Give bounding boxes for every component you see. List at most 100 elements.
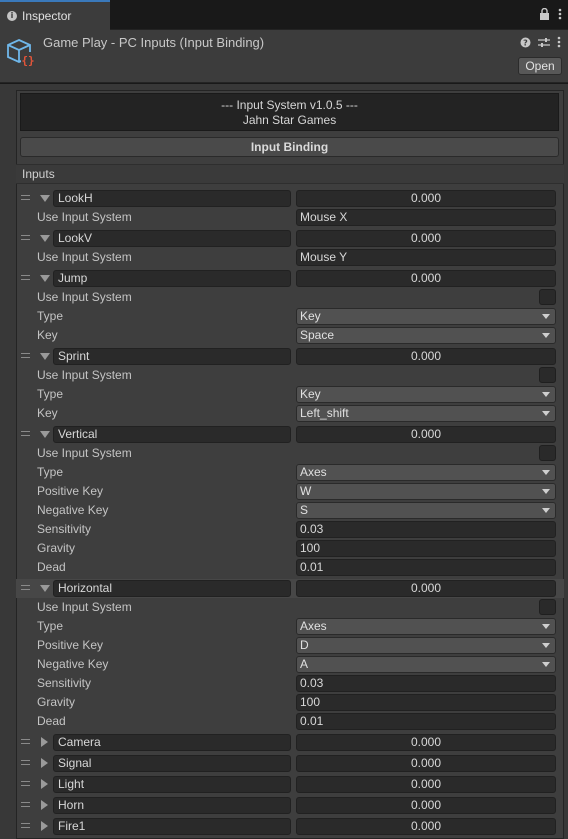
property-row: Use Input System [16,444,564,463]
input-value-field[interactable]: 0.000 [296,230,556,247]
use-input-system-field[interactable]: Mouse X [296,209,556,226]
negative-key-value: S [300,503,309,517]
drag-handle-icon[interactable] [21,802,30,807]
drag-handle-icon[interactable] [21,431,30,436]
type-value: Axes [300,465,327,479]
positive-key-dropdown[interactable]: W [296,483,556,500]
chevron-down-icon [542,662,550,667]
use-input-system-checkbox[interactable] [539,599,556,615]
input-value-field[interactable]: 0.000 [296,580,556,597]
input-value-field[interactable]: 0.000 [296,734,556,751]
input-header-row: Signal 0.000 [16,754,564,773]
input-header-row: Sprint 0.000 [16,347,564,366]
use-input-system-checkbox[interactable] [539,367,556,383]
input-name-field[interactable]: Light [53,776,291,793]
sensitivity-field[interactable]: 0.03 [296,675,556,692]
kebab-menu-icon[interactable] [557,36,561,48]
page-title: Game Play - PC Inputs (Input Binding) [43,35,265,50]
sensitivity-field[interactable]: 0.03 [296,521,556,538]
input-name-field[interactable]: LookV [53,230,291,247]
input-value-field[interactable]: 0.000 [296,426,556,443]
foldout-arrow-icon[interactable] [40,195,50,202]
input-name-field[interactable]: Horizontal [53,580,291,597]
tab-controls [539,8,562,20]
property-row: Use Input System Mouse X [16,208,564,227]
use-input-system-checkbox[interactable] [539,289,556,305]
input-name-field[interactable]: Vertical [53,426,291,443]
input-name-field[interactable]: Sprint [53,348,291,365]
lock-icon[interactable] [539,8,550,20]
property-row: Dead 0.01 [16,712,564,731]
drag-handle-icon[interactable] [21,585,30,590]
drag-handle-icon[interactable] [21,235,30,240]
property-row: Use Input System Mouse Y [16,248,564,267]
positive-key-dropdown[interactable]: D [296,637,556,654]
key-dropdown[interactable]: Left_shift [296,405,556,422]
positive-key-value: W [300,484,312,498]
input-name-field[interactable]: Horn [53,797,291,814]
input-value-field[interactable]: 0.000 [296,818,556,835]
open-button[interactable]: Open [518,57,562,75]
foldout-arrow-icon[interactable] [41,779,48,789]
property-row: Gravity 100 [16,539,564,558]
key-dropdown[interactable]: Space [296,327,556,344]
foldout-arrow-icon[interactable] [41,758,48,768]
drag-handle-icon[interactable] [21,823,30,828]
input-value-field[interactable]: 0.000 [296,270,556,287]
gravity-field[interactable]: 100 [296,540,556,557]
input-value-field[interactable]: 0.000 [296,755,556,772]
type-dropdown[interactable]: Axes [296,618,556,635]
drag-handle-icon[interactable] [21,739,30,744]
type-dropdown[interactable]: Axes [296,464,556,481]
type-label: Type [37,465,64,479]
input-value-field[interactable]: 0.000 [296,797,556,814]
foldout-arrow-icon[interactable] [41,800,48,810]
input-name-field[interactable]: Camera [53,734,291,751]
help-icon[interactable]: ? [520,37,531,48]
negative-key-dropdown[interactable]: S [296,502,556,519]
type-dropdown[interactable]: Key [296,308,556,325]
negative-key-dropdown[interactable]: A [296,656,556,673]
property-row: Gravity 100 [16,693,564,712]
drag-handle-icon[interactable] [21,195,30,200]
property-row: Type Axes [16,463,564,482]
use-input-system-field[interactable]: Mouse Y [296,249,556,266]
input-header-row: Light 0.000 [16,775,564,794]
banner-version: --- Input System v1.0.5 --- [221,98,358,112]
dead-field[interactable]: 0.01 [296,713,556,730]
property-row: Use Input System [16,366,564,385]
gravity-field[interactable]: 100 [296,694,556,711]
foldout-arrow-icon[interactable] [41,737,48,747]
dead-field[interactable]: 0.01 [296,559,556,576]
drag-handle-icon[interactable] [21,275,30,280]
input-value-field[interactable]: 0.000 [296,776,556,793]
foldout-arrow-icon[interactable] [40,585,50,592]
drag-handle-icon[interactable] [21,353,30,358]
foldout-arrow-icon[interactable] [40,235,50,242]
foldout-arrow-icon[interactable] [40,431,50,438]
kebab-menu-icon[interactable] [558,8,562,20]
tab-inspector[interactable]: i Inspector [0,0,110,30]
inputs-section-label: Inputs [16,164,564,184]
input-name-field[interactable]: Signal [53,755,291,772]
foldout-arrow-icon[interactable] [41,821,48,831]
drag-handle-icon[interactable] [21,781,30,786]
input-value-field[interactable]: 0.000 [296,190,556,207]
drag-handle-icon[interactable] [21,760,30,765]
input-binding-button[interactable]: Input Binding [20,137,559,157]
use-input-system-checkbox[interactable] [539,445,556,461]
use-input-system-label: Use Input System [37,446,132,460]
input-name-field[interactable]: Jump [53,270,291,287]
settings-sliders-icon[interactable] [538,37,550,48]
input-value-field[interactable]: 0.000 [296,348,556,365]
property-row: Sensitivity 0.03 [16,674,564,693]
input-name-field[interactable]: LookH [53,190,291,207]
foldout-arrow-icon[interactable] [40,275,50,282]
sensitivity-label: Sensitivity [37,522,92,536]
property-row: Use Input System [16,288,564,307]
inspector-header: {} Game Play - PC Inputs (Input Binding)… [0,30,568,83]
type-value: Axes [300,619,327,633]
foldout-arrow-icon[interactable] [40,353,50,360]
input-name-field[interactable]: Fire1 [53,818,291,835]
type-dropdown[interactable]: Key [296,386,556,403]
